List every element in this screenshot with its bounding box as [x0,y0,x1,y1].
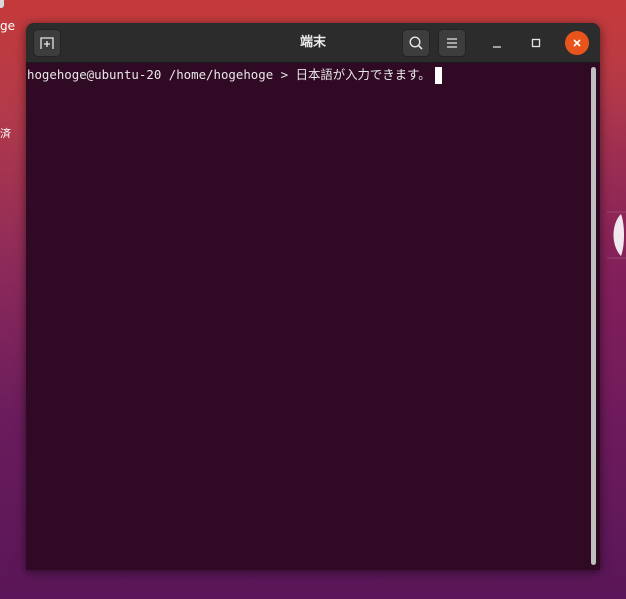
menu-button[interactable] [438,29,466,57]
minimize-button[interactable] [485,31,509,55]
desktop-icon-label[interactable]: 済 [0,125,11,141]
minimize-icon [493,46,501,48]
scrollbar[interactable] [590,67,598,567]
wallpaper-deco [607,211,626,259]
maximize-icon [531,38,541,48]
terminal-prompt: hogehoge@ubuntu-20 /home/hogehoge > [27,67,296,82]
terminal-area[interactable]: hogehoge@ubuntu-20 /home/hogehoge > 日本語が… [26,63,600,570]
desktop-icon-label[interactable]: ge [0,19,15,33]
window-title: 端末 [299,35,326,50]
terminal-line: hogehoge@ubuntu-20 /home/hogehoge > 日本語が… [27,66,442,84]
new-tab-icon [40,37,54,49]
search-button[interactable] [402,29,430,57]
text-cursor [434,66,442,84]
search-icon [409,36,423,50]
terminal-input: 日本語が入力できます。 [295,67,431,82]
hamburger-menu-icon [447,38,457,48]
new-tab-button[interactable] [33,29,61,57]
desktop-icon[interactable] [0,0,4,8]
terminal-window: 端末 hogehoge@ubuntu-20 /home/hogehoge > 日… [26,23,600,570]
maximize-button[interactable] [524,31,548,55]
window-headerbar[interactable]: 端末 [26,23,600,63]
close-icon [573,39,581,47]
scrollbar-thumb[interactable] [591,67,596,565]
close-button[interactable] [565,31,589,55]
